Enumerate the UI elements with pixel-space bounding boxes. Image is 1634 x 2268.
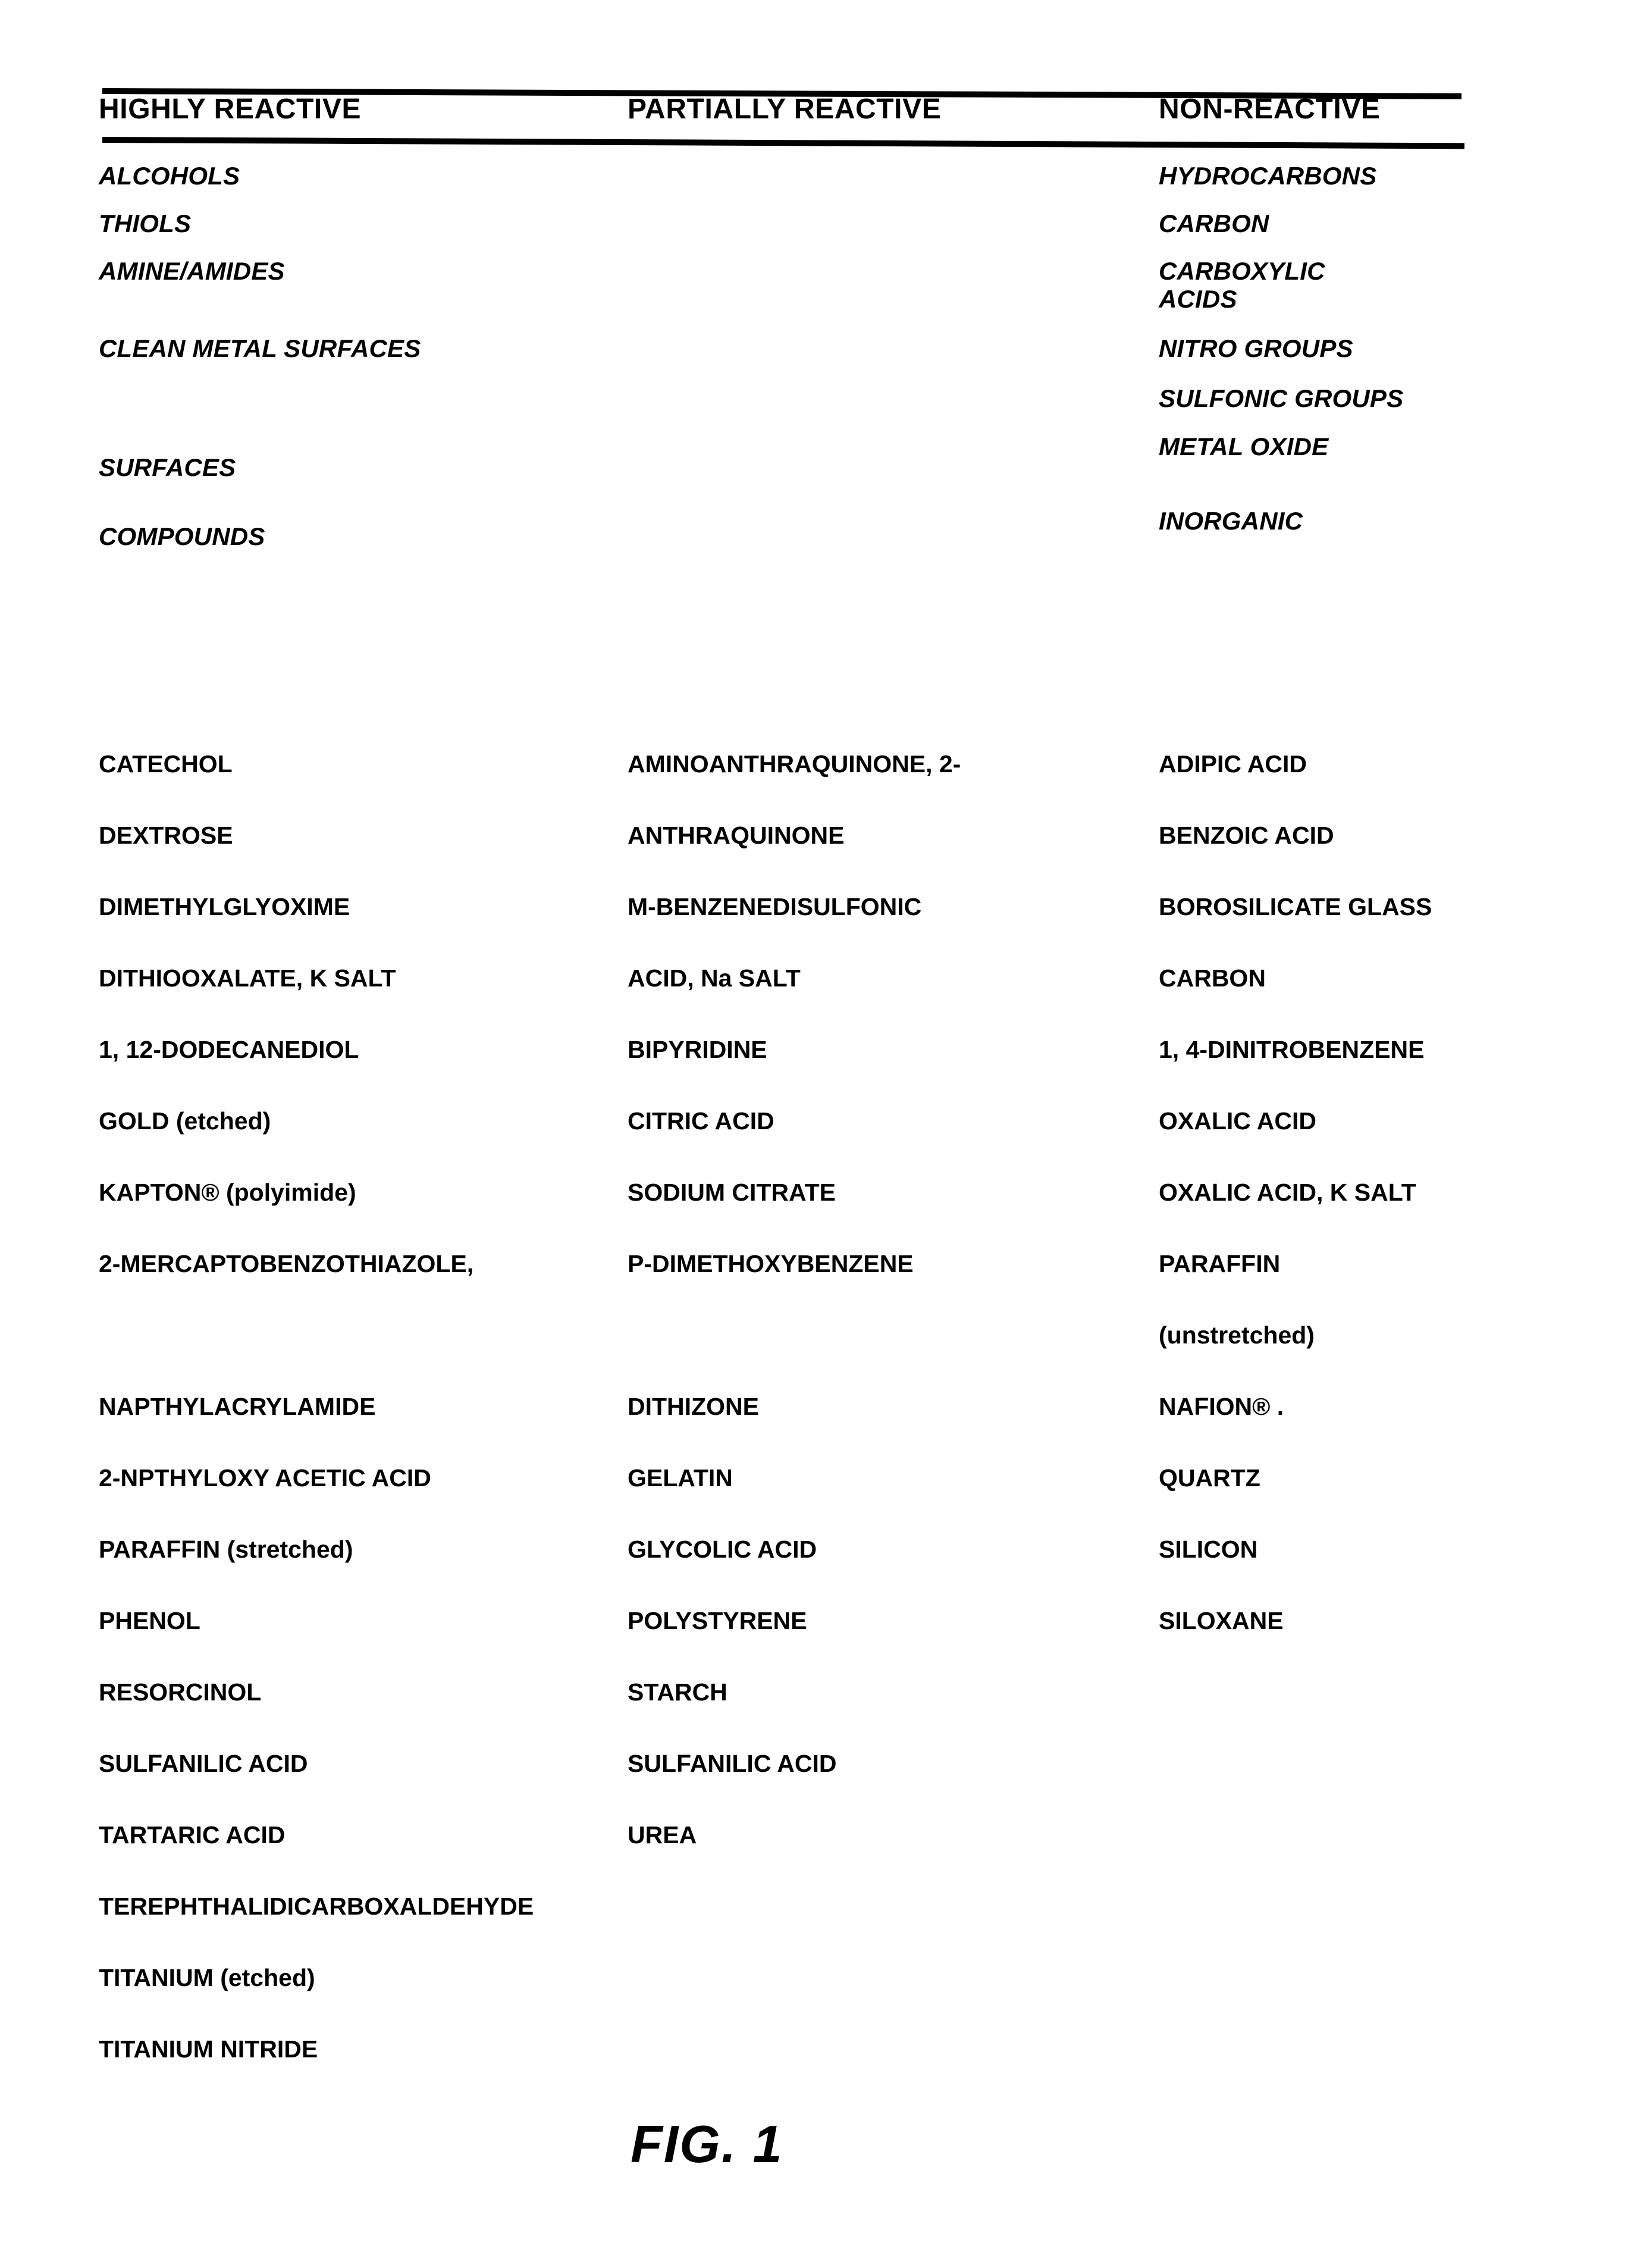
- compound-c3-row: SILOXANE: [1159, 1607, 1284, 1634]
- class-group-c3-item-line: ACIDS: [1159, 285, 1237, 314]
- compound-c2-row: P-DIMETHOXYBENZENE: [628, 1250, 914, 1277]
- compound-c1-row: GOLD (etched): [99, 1107, 271, 1135]
- class-group-c3-item: CARBOXYLIC ACIDS: [1159, 257, 1325, 313]
- compound-c3-row: BENZOIC ACID: [1159, 822, 1334, 849]
- compound-c1-row: TITANIUM (etched): [99, 1964, 315, 1991]
- compound-c3-row: BOROSILICATE GLASS: [1159, 893, 1432, 920]
- class-group-c3-item: NITRO GROUPS: [1159, 334, 1353, 362]
- class-group-c1-item: CLEAN METAL SURFACES: [99, 334, 421, 362]
- compound-c1-row: PARAFFIN (stretched): [99, 1536, 353, 1563]
- compound-c1-row: TARTARIC ACID: [99, 1821, 286, 1849]
- compound-c2-row: STARCH: [628, 1678, 727, 1706]
- compound-c2-row: SODIUM CITRATE: [628, 1179, 836, 1206]
- column-header-highly-reactive: HIGHLY REACTIVE: [99, 93, 362, 125]
- compound-c2-row: DITHIZONE: [628, 1393, 759, 1420]
- compound-c3-row: OXALIC ACID: [1159, 1107, 1316, 1135]
- column-header-partially-reactive: PARTIALLY REACTIVE: [628, 93, 942, 125]
- compound-c1-row: SULFANILIC ACID: [99, 1750, 308, 1777]
- compound-c2-row: ANTHRAQUINONE: [628, 822, 845, 849]
- column-header-non-reactive: NON-REACTIVE: [1159, 93, 1381, 125]
- compound-c1-row: DITHIOOXALATE, K SALT: [99, 964, 396, 992]
- class-group-c3-item: METAL OXIDE: [1159, 433, 1329, 461]
- compound-c3-row: PARAFFIN: [1159, 1250, 1281, 1277]
- compound-c2-row: M-BENZENEDISULFONIC: [628, 893, 922, 920]
- compound-c3-row: 1, 4-DINITROBENZENE: [1159, 1036, 1425, 1063]
- figure-caption: FIG. 1: [631, 2114, 783, 2173]
- compound-c3-row: ADIPIC ACID: [1159, 750, 1307, 778]
- compound-c2-row: BIPYRIDINE: [628, 1036, 767, 1063]
- compound-c3-row: QUARTZ: [1159, 1464, 1260, 1492]
- compound-c1-row: 2-MERCAPTOBENZOTHIAZOLE,: [99, 1250, 474, 1277]
- compound-c3-row: NAFION® .: [1159, 1393, 1284, 1420]
- class-group-c3-item: CARBON: [1159, 209, 1269, 237]
- compound-c2-row: POLYSTYRENE: [628, 1607, 807, 1634]
- compound-c1-row: NAPTHYLACRYLAMIDE: [99, 1393, 376, 1420]
- compound-c1-row: CATECHOL: [99, 750, 233, 778]
- compound-c3-row: SILICON: [1159, 1536, 1258, 1563]
- compound-c2-row: CITRIC ACID: [628, 1107, 774, 1135]
- compound-c2-row: GELATIN: [628, 1464, 733, 1492]
- compound-c3-row: (unstretched): [1159, 1321, 1315, 1349]
- class-group-c3-item-line: CARBOXYLIC: [1159, 257, 1325, 285]
- class-group-c1-item: COMPOUNDS: [99, 522, 265, 550]
- class-group-c3-item: INORGANIC: [1159, 507, 1303, 535]
- compound-c1-row: KAPTON® (polyimide): [99, 1179, 356, 1206]
- compound-c2-row: AMINOANTHRAQUINONE, 2-: [628, 750, 961, 778]
- compound-c1-row: TITANIUM NITRIDE: [99, 2035, 318, 2063]
- compound-c1-row: RESORCINOL: [99, 1678, 262, 1706]
- compound-c1-row: DEXTROSE: [99, 822, 233, 849]
- figure-page: HIGHLY REACTIVE PARTIALLY REACTIVE NON-R…: [0, 0, 1634, 2268]
- compound-c1-row: TEREPHTHALIDICARBOXALDEHYDE: [99, 1893, 534, 1920]
- compound-c3-row: OXALIC ACID, K SALT: [1159, 1179, 1416, 1206]
- class-group-c3-item: HYDROCARBONS: [1159, 162, 1377, 190]
- class-group-c1-item: AMINE/AMIDES: [99, 257, 285, 285]
- compound-c1-row: 2-NPTHYLOXY ACETIC ACID: [99, 1464, 431, 1492]
- compound-c1-row: PHENOL: [99, 1607, 200, 1634]
- compound-c2-row: GLYCOLIC ACID: [628, 1536, 817, 1563]
- compound-c2-row: SULFANILIC ACID: [628, 1750, 837, 1777]
- compound-c2-row: ACID, Na SALT: [628, 964, 801, 992]
- compound-c3-row: CARBON: [1159, 964, 1266, 992]
- class-group-c3-item: SULFONIC GROUPS: [1159, 384, 1404, 412]
- class-group-c1-item: SURFACES: [99, 453, 236, 481]
- header-rule-bottom: [102, 137, 1464, 149]
- compound-c1-row: DIMETHYLGLYOXIME: [99, 893, 350, 920]
- class-group-c1-item: ALCOHOLS: [99, 162, 240, 190]
- class-group-c1-item: THIOLS: [99, 209, 192, 237]
- compound-c2-row: UREA: [628, 1821, 697, 1849]
- compound-c1-row: 1, 12-DODECANEDIOL: [99, 1036, 359, 1063]
